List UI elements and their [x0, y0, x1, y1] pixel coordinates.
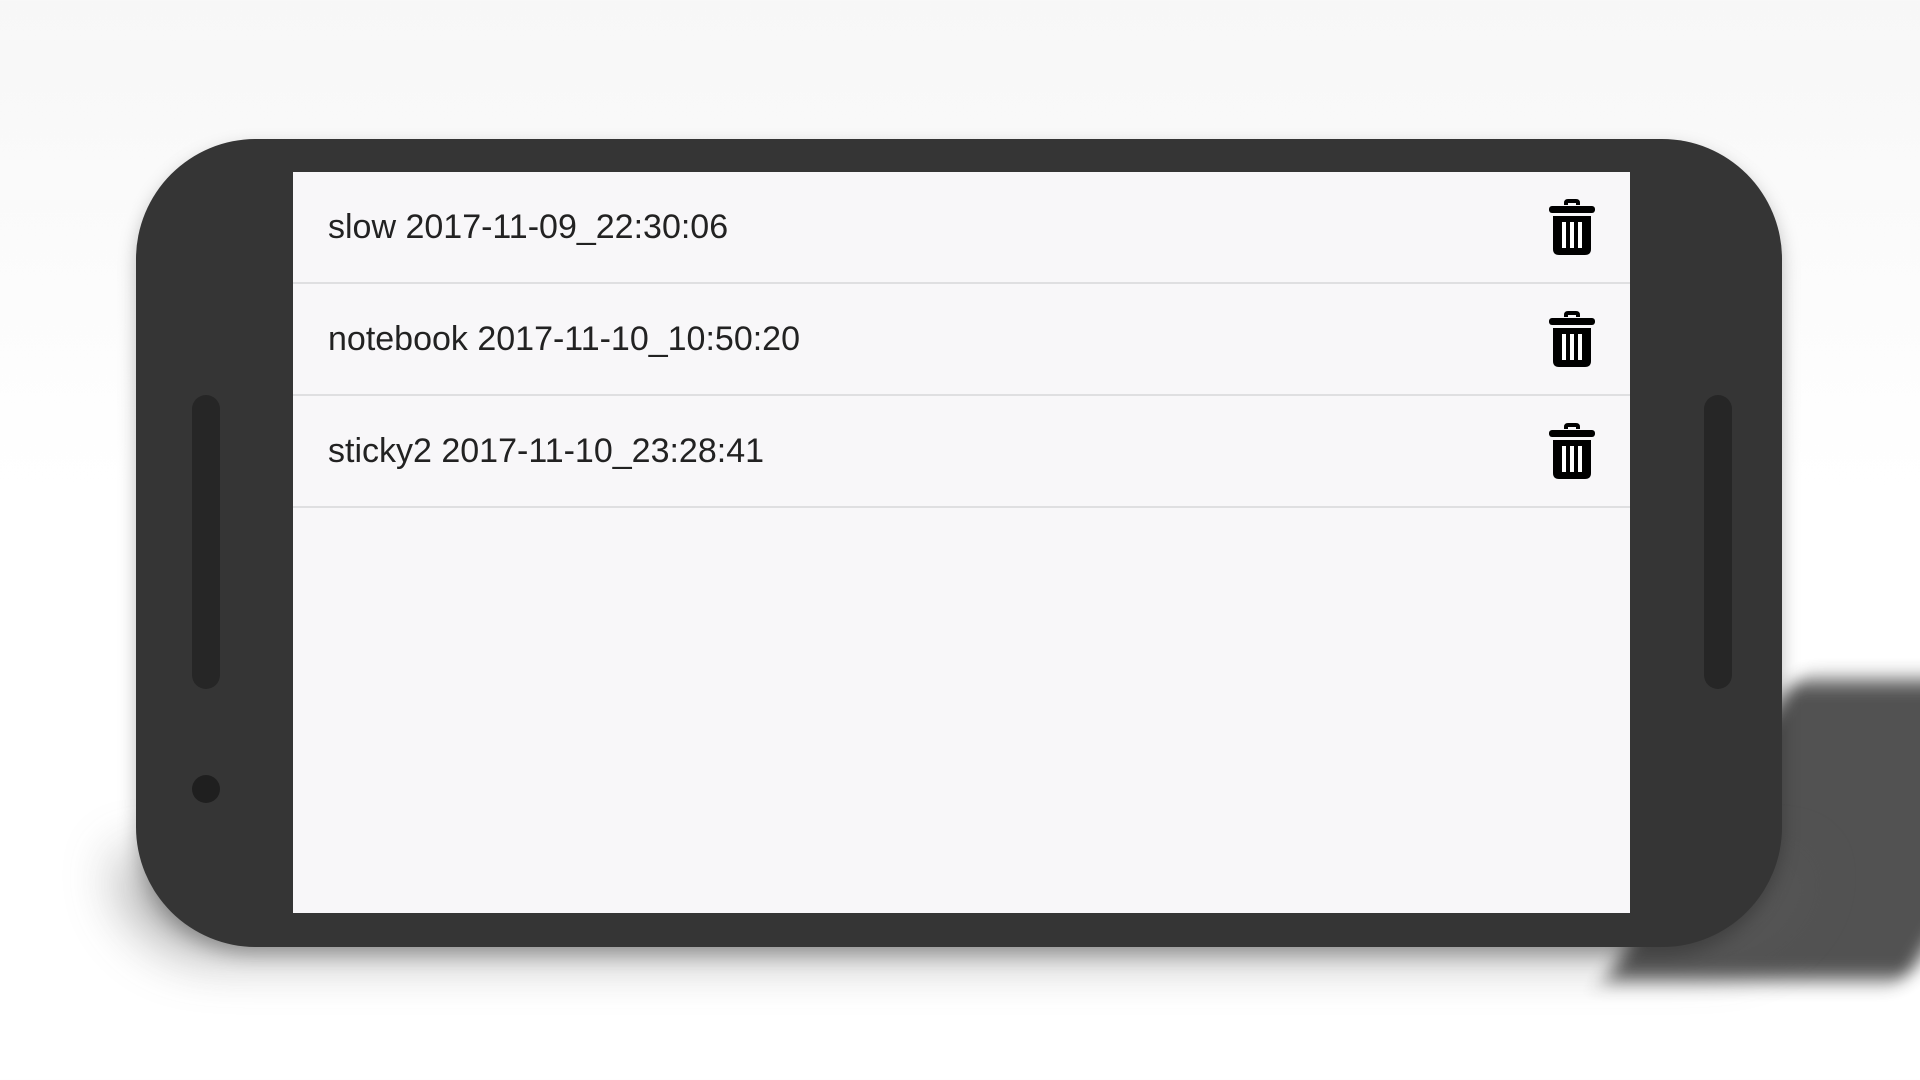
app-screen: slow 2017-11-09_22:30:06 notebook 2017-1… [293, 172, 1630, 913]
delete-button[interactable] [1542, 196, 1602, 258]
list-item[interactable]: notebook 2017-11-10_10:50:20 [293, 284, 1630, 396]
front-camera [192, 775, 220, 803]
list-item-label: slow 2017-11-09_22:30:06 [328, 208, 729, 246]
phone-frame: slow 2017-11-09_22:30:06 notebook 2017-1… [136, 139, 1782, 947]
list-item[interactable]: slow 2017-11-09_22:30:06 [293, 172, 1630, 284]
trash-icon [1549, 311, 1595, 367]
list-item[interactable]: sticky2 2017-11-10_23:28:41 [293, 396, 1630, 508]
trash-icon [1549, 199, 1595, 255]
right-speaker-grille [1704, 395, 1732, 689]
delete-button[interactable] [1542, 308, 1602, 370]
trash-icon [1549, 423, 1595, 479]
delete-button[interactable] [1542, 420, 1602, 482]
session-list: slow 2017-11-09_22:30:06 notebook 2017-1… [293, 172, 1630, 508]
list-item-label: notebook 2017-11-10_10:50:20 [328, 320, 800, 358]
list-item-label: sticky2 2017-11-10_23:28:41 [328, 432, 765, 470]
left-speaker-grille [192, 395, 220, 689]
